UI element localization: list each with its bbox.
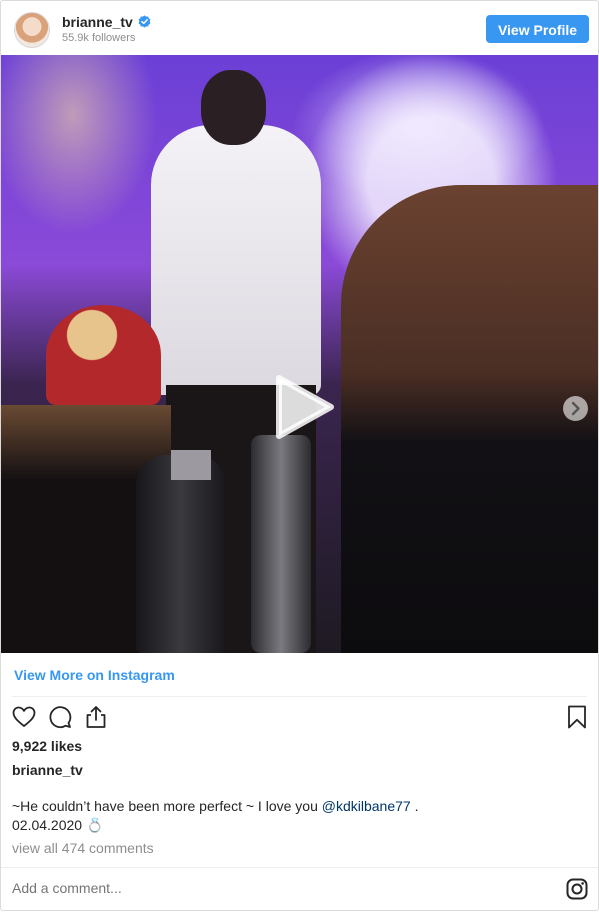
comment-divider <box>1 867 598 868</box>
post-header: brianne_tv 55.9k followers View Profile <box>1 1 598 55</box>
woman-figure <box>46 305 161 405</box>
bookmark-icon[interactable] <box>564 704 590 730</box>
heart-icon[interactable] <box>11 704 37 730</box>
instagram-logo-icon[interactable] <box>566 878 588 900</box>
post-media[interactable] <box>1 55 598 653</box>
waiter-figure <box>151 125 321 395</box>
verified-badge-icon <box>138 15 151 28</box>
mention-link[interactable]: @kdkilbane77 <box>322 798 411 814</box>
divider <box>12 696 587 697</box>
view-more-link[interactable]: View More on Instagram <box>14 667 175 683</box>
caption-author[interactable]: brianne_tv <box>12 762 83 778</box>
chevron-right-icon <box>571 401 580 416</box>
comment-icon[interactable] <box>47 704 73 730</box>
caption-text: ~He couldn’t have been more perfect ~ I … <box>12 797 582 835</box>
play-icon[interactable] <box>271 374 337 440</box>
waiter-head <box>201 70 266 145</box>
bottle-2 <box>251 435 311 653</box>
view-all-comments-link[interactable]: view all 474 comments <box>12 840 154 856</box>
instagram-embed-card: brianne_tv 55.9k followers View Profile <box>0 0 599 911</box>
bottle <box>136 455 226 653</box>
avatar[interactable] <box>14 12 50 48</box>
man-figure <box>341 185 598 653</box>
next-slide-button[interactable] <box>563 396 588 421</box>
comment-input[interactable] <box>12 880 532 896</box>
like-count[interactable]: 9,922 likes <box>12 738 82 754</box>
bottle-cap <box>171 450 211 480</box>
share-icon[interactable] <box>83 704 109 730</box>
username[interactable]: brianne_tv <box>62 14 133 30</box>
caption-body: ~He couldn’t have been more perfect ~ I … <box>12 798 322 814</box>
view-profile-button[interactable]: View Profile <box>486 15 589 43</box>
follower-count: 55.9k followers <box>62 32 136 44</box>
